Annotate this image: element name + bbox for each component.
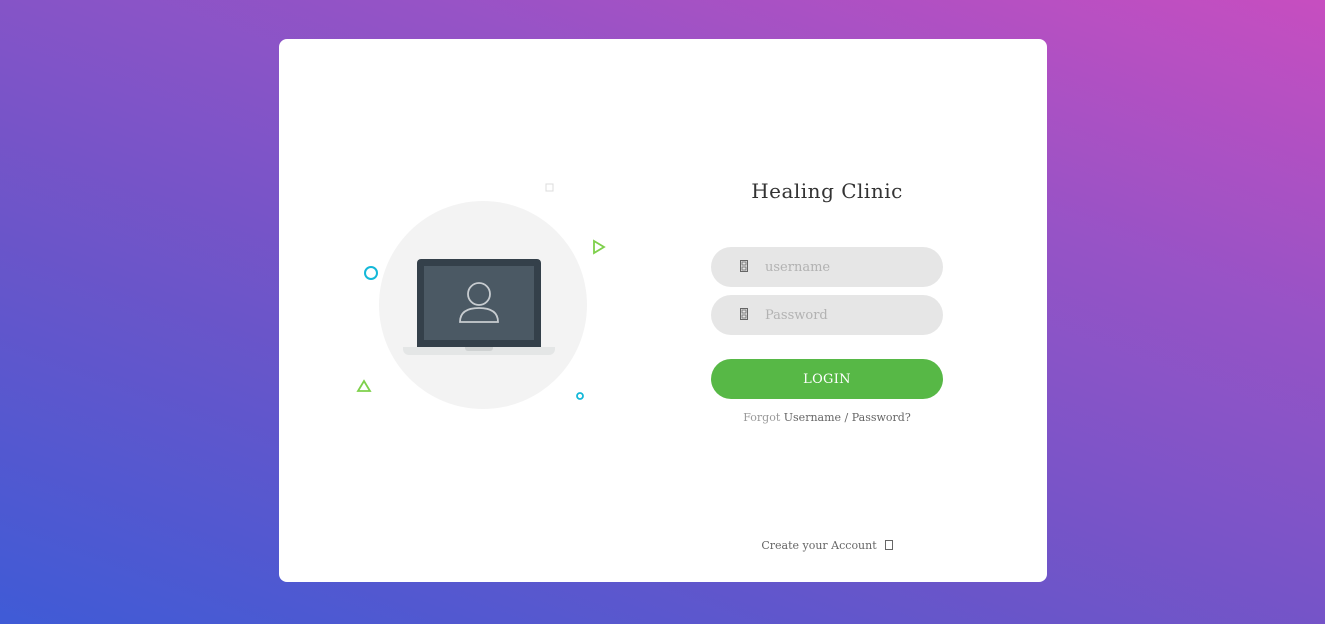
user-icon: [459, 282, 499, 323]
laptop-notch: [465, 347, 493, 351]
forgot-prefix: Forgot: [743, 411, 781, 424]
create-account-link[interactable]: Create your Account: [761, 539, 893, 552]
login-form: Healing Clinic LOGIN Forgot Username / P…: [711, 39, 943, 582]
login-card: Healing Clinic LOGIN Forgot Username / P…: [279, 39, 1047, 582]
user-field-icon: [740, 260, 748, 272]
circle-deco-icon: [364, 266, 378, 280]
create-account: Create your Account: [711, 539, 943, 552]
arrow-right-icon: [884, 540, 893, 550]
username-field[interactable]: [711, 247, 943, 287]
forgot-text: Forgot Username / Password?: [711, 411, 943, 424]
lock-field-icon: [740, 308, 748, 320]
triangle-deco-icon: [356, 379, 372, 392]
page-title: Healing Clinic: [751, 179, 903, 203]
create-account-label: Create your Account: [761, 539, 877, 552]
forgot-link[interactable]: Username / Password?: [784, 411, 911, 424]
password-input[interactable]: [765, 295, 933, 335]
login-illustration: [349, 169, 619, 419]
password-field[interactable]: [711, 295, 943, 335]
laptop-base: [403, 347, 555, 355]
login-button[interactable]: LOGIN: [711, 359, 943, 399]
small-circle-deco-icon: [576, 392, 584, 400]
square-deco-icon: [545, 183, 554, 192]
laptop-icon: [417, 259, 541, 347]
play-triangle-deco-icon: [593, 239, 606, 255]
laptop-screen: [424, 266, 534, 340]
username-input[interactable]: [765, 247, 933, 287]
